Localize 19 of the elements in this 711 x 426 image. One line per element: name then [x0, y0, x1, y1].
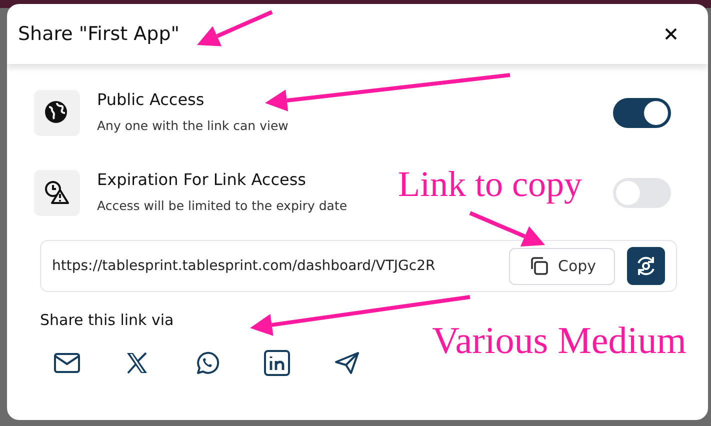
annotation-text: Various Medium: [432, 322, 686, 360]
link-field[interactable]: https://tablesprint.tablesprint.com/dashboard/VTJGc2R Copy: [40, 240, 677, 292]
share-heading: Share this link via: [40, 310, 174, 331]
linkedin-icon: [263, 348, 291, 376]
toggle-switch[interactable]: [613, 98, 671, 128]
clock-warning-icon: [44, 180, 70, 206]
annotation-text: Link to copy: [398, 166, 582, 202]
globe-icon: [44, 100, 70, 126]
close-icon: [664, 27, 678, 41]
linkedin-share-button[interactable]: [262, 348, 292, 378]
dialog-title: Share "First App": [18, 22, 180, 47]
close-button[interactable]: [664, 27, 678, 41]
copy-button[interactable]: Copy: [509, 248, 615, 284]
setting-description: Access will be limited to the expiry date: [97, 197, 348, 216]
refresh-button[interactable]: [627, 247, 665, 285]
toggle-switch[interactable]: [613, 178, 671, 208]
setting-title: Expiration For Link Access: [97, 170, 308, 192]
setting-description: Any one with the link can view: [97, 117, 288, 136]
setting-title: Public Access: [97, 90, 206, 112]
